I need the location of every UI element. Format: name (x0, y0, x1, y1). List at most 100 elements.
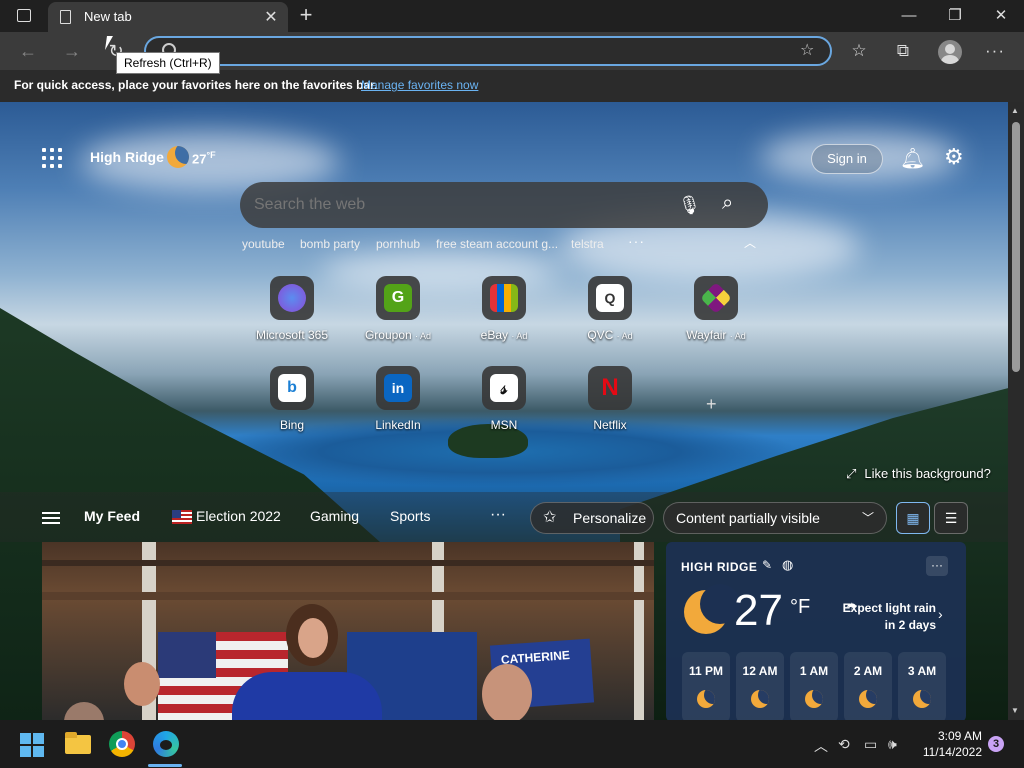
weather-more-button[interactable]: ··· (926, 556, 948, 576)
manage-favorites-link[interactable]: Manage favorites now (361, 78, 478, 92)
groupon-icon: G (384, 284, 412, 312)
quick-link-qvc[interactable]: Q QVC · Ad (560, 276, 660, 348)
linkedin-icon: in (384, 374, 412, 402)
tab-sports[interactable]: Sports (390, 508, 430, 524)
file-explorer-icon[interactable] (64, 730, 92, 758)
ebay-icon (490, 284, 518, 312)
background-info[interactable]: ⤢ Like this background? (846, 466, 991, 482)
page-settings-gear-icon[interactable]: ⚙ (944, 144, 964, 170)
apps-launcher-icon[interactable] (42, 148, 62, 168)
collapse-chevron-icon[interactable]: ︿ (744, 234, 756, 251)
trending-more-button[interactable]: ··· (628, 233, 645, 249)
tab-election[interactable]: Election 2022 (196, 508, 281, 524)
close-window-button[interactable]: ✕ (978, 4, 1024, 28)
refresh-tooltip: Refresh (Ctrl+R) (116, 52, 220, 74)
add-shortcut-icon[interactable]: + (706, 394, 717, 415)
hourly-forecast[interactable]: 2 AM (844, 652, 892, 720)
expand-icon: ⤢ (846, 466, 857, 481)
tab-new-tab[interactable]: New tab ✕ (48, 2, 288, 32)
back-button[interactable]: ← (12, 36, 44, 66)
weather-card-temp: 27 (734, 586, 783, 635)
quick-link-linkedin[interactable]: in LinkedIn (348, 366, 448, 438)
quick-link-ebay[interactable]: eBay · Ad (454, 276, 554, 348)
hourly-forecast[interactable]: 1 AM (790, 652, 838, 720)
feed-navigation: My Feed Election 2022 Gaming Sports ··· … (0, 492, 1008, 542)
tab-my-feed[interactable]: My Feed (84, 508, 140, 524)
web-search-input[interactable] (254, 194, 654, 216)
edge-icon[interactable] (152, 730, 180, 758)
personalize-star-icon: ✩ (543, 509, 557, 526)
trending-search[interactable]: free steam account g... (436, 237, 558, 251)
trending-search[interactable]: pornhub (376, 237, 420, 251)
web-search-box[interactable]: 🎙︎ ⌕ (240, 182, 768, 228)
quick-link-wayfair[interactable]: Wayfair · Ad (666, 276, 766, 348)
hourly-forecast[interactable]: 11 PM (682, 652, 730, 720)
restore-button[interactable]: ❐ (932, 4, 978, 28)
volume-icon[interactable]: 🕪︎ (888, 736, 897, 753)
new-tab-button[interactable]: + (294, 2, 318, 28)
taskbar: ︿ ⟲ ▭ 🕪︎ 3:09 AM 11/14/2022 3 (0, 720, 1024, 768)
weather-temp[interactable]: 27°F (192, 150, 216, 166)
active-app-indicator (148, 764, 182, 767)
weather-location[interactable]: High Ridge (90, 149, 164, 165)
favorites-message: For quick access, place your favorites h… (14, 78, 378, 92)
favorites-icon[interactable]: ☆ (846, 39, 872, 63)
quick-link-msn[interactable]: 𝓈 MSN (454, 366, 554, 438)
page-scrollbar[interactable]: ▲ ▼ (1008, 102, 1024, 720)
address-input[interactable] (190, 42, 750, 60)
moon-icon (684, 584, 740, 634)
us-flag-icon (172, 510, 192, 524)
hourly-forecast[interactable]: 3 AM (898, 652, 946, 720)
edit-location-pencil-icon[interactable]: ✎ (762, 558, 772, 572)
collections-icon[interactable]: ⧉ (890, 39, 916, 63)
chrome-icon[interactable] (108, 730, 136, 758)
page-icon (60, 10, 71, 24)
system-clock[interactable]: 3:09 AM 11/14/2022 (920, 728, 982, 760)
title-bar: New tab ✕ + — ❐ ✕ (0, 0, 1024, 32)
microphone-icon[interactable]: 🎙︎ (678, 195, 701, 216)
settings-more-icon[interactable]: ··· (982, 39, 1008, 63)
sync-icon[interactable]: ⟲ (838, 736, 850, 753)
bing-icon: b (278, 374, 306, 402)
microsoft-365-icon (278, 284, 306, 312)
search-submit-icon[interactable]: ⌕ (722, 192, 733, 215)
show-hidden-icons-chevron[interactable]: ︿ (814, 736, 828, 756)
notification-badge[interactable]: 3 (988, 736, 1004, 752)
personalize-button[interactable]: ✩ Personalize (530, 502, 654, 534)
grid-view-button[interactable]: ▦ (896, 502, 930, 534)
tab-title: New tab (84, 9, 132, 24)
tab-gaming[interactable]: Gaming (310, 508, 359, 524)
feed-menu-icon[interactable] (42, 512, 60, 524)
add-favorite-icon[interactable]: ☆ (800, 40, 814, 60)
windows-start-icon[interactable] (20, 733, 44, 757)
weather-forecast-note[interactable]: Expect light rain in 2 days (840, 600, 936, 634)
msn-icon: 𝓈 (490, 374, 518, 402)
content-visibility-dropdown[interactable]: Content partially visible ﹀ (663, 502, 887, 534)
trending-search[interactable]: bomb party (300, 237, 360, 251)
trending-search[interactable]: youtube (242, 237, 285, 251)
network-icon[interactable]: ▭ (864, 736, 877, 753)
weather-card[interactable]: HIGH RIDGE ✎ ◍ ··· 27 °F ☂ Expect light … (666, 542, 966, 720)
new-tab-page: High Ridge 27°F Sign in 🔔︎ ⚙ 🎙︎ ⌕ youtub… (0, 102, 1008, 720)
minimize-button[interactable]: — (886, 4, 932, 28)
tab-actions-icon[interactable] (17, 9, 31, 22)
feed-more-button[interactable]: ··· (490, 506, 506, 524)
hourly-forecast[interactable]: 12 AM (736, 652, 784, 720)
close-tab-icon[interactable]: ✕ (262, 7, 280, 27)
quick-link-netflix[interactable]: N Netflix (560, 366, 660, 438)
news-card[interactable]: CATHERINE (42, 542, 654, 720)
chevron-right-icon[interactable]: › (938, 606, 943, 622)
profile-avatar[interactable] (938, 40, 962, 64)
quick-link-microsoft-365[interactable]: Microsoft 365 (242, 276, 342, 348)
forward-button[interactable]: → (56, 36, 88, 66)
quick-link-groupon[interactable]: G Groupon · Ad (348, 276, 448, 348)
weather-card-location: HIGH RIDGE (681, 560, 758, 574)
quick-link-bing[interactable]: b Bing (242, 366, 342, 438)
sign-in-button[interactable]: Sign in (811, 144, 883, 174)
moon-icon (859, 690, 877, 708)
trending-search[interactable]: telstra (571, 237, 604, 251)
address-bar[interactable]: ☆ (144, 36, 832, 66)
list-view-button[interactable]: ☰ (934, 502, 968, 534)
globe-icon[interactable]: ◍ (782, 557, 793, 573)
notifications-bell-icon[interactable]: 🔔︎ (900, 146, 925, 171)
